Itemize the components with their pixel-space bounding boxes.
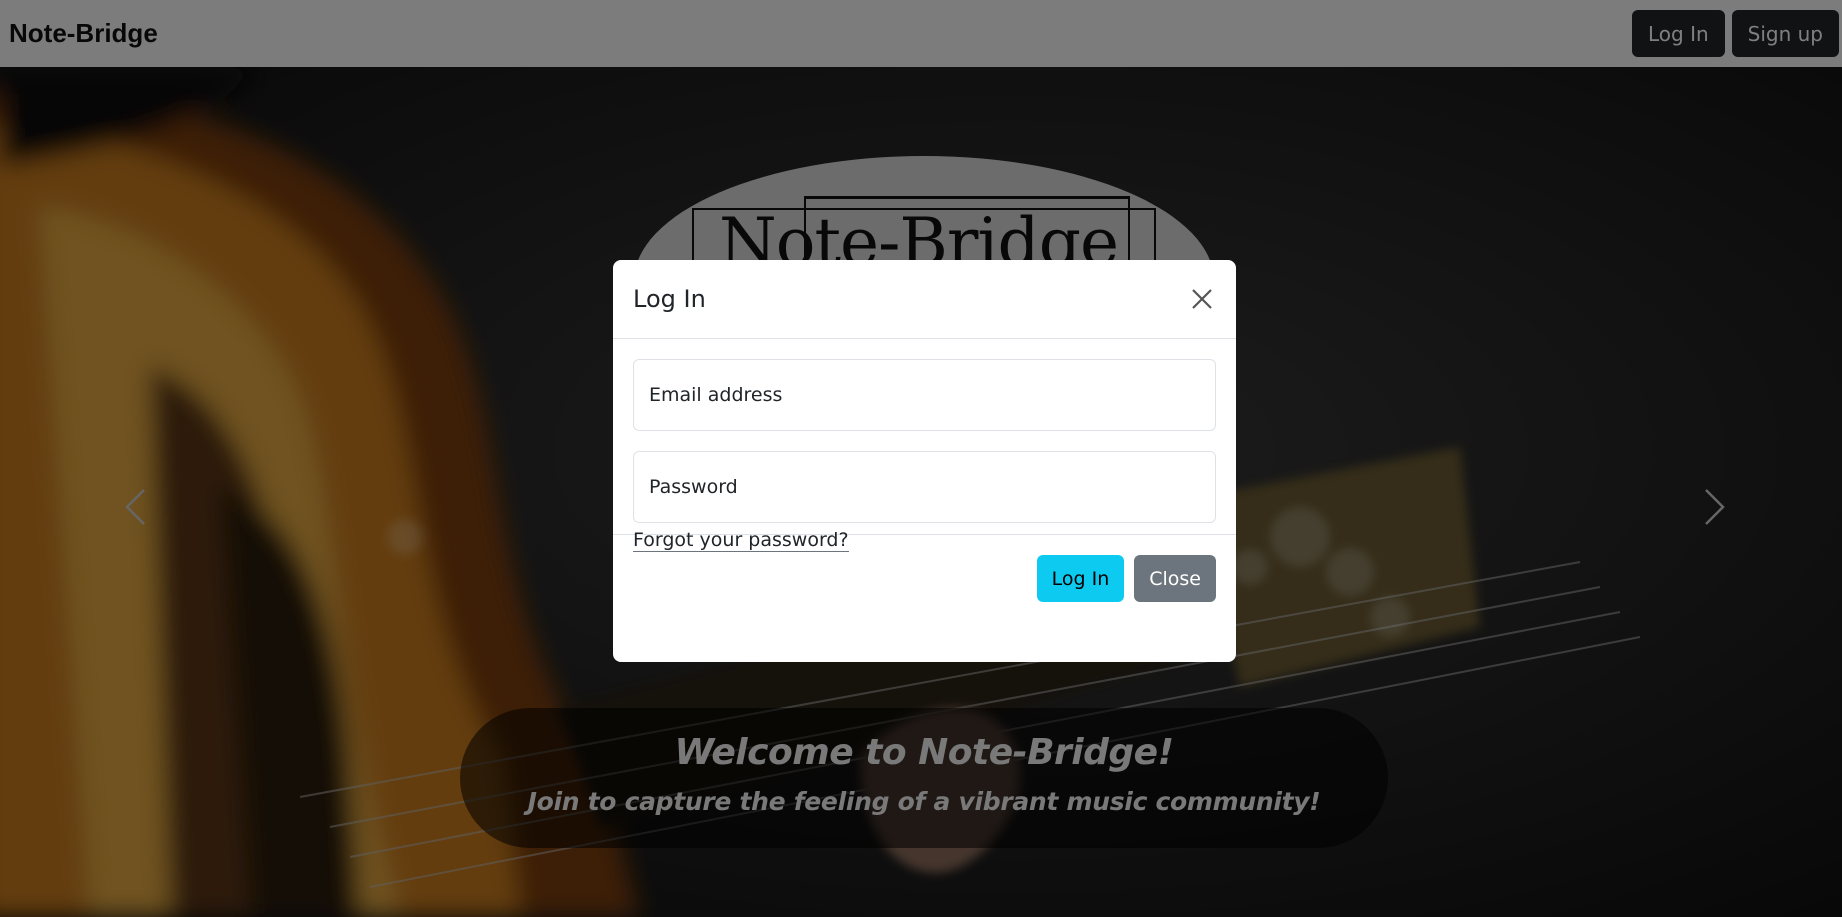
- password-field[interactable]: [633, 451, 1216, 523]
- modal-title: Log In: [633, 285, 706, 313]
- modal-close-button[interactable]: [1187, 284, 1217, 314]
- email-field[interactable]: [633, 359, 1216, 431]
- login-modal: Log In Forgot your password? Log In Clos…: [613, 260, 1236, 662]
- login-submit-button[interactable]: Log In: [1036, 555, 1125, 602]
- forgot-password-link[interactable]: Forgot your password?: [633, 529, 849, 552]
- modal-header: Log In: [613, 260, 1236, 339]
- modal-body: Forgot your password?: [613, 339, 1236, 552]
- close-icon: [1192, 289, 1212, 309]
- close-button[interactable]: Close: [1134, 555, 1216, 602]
